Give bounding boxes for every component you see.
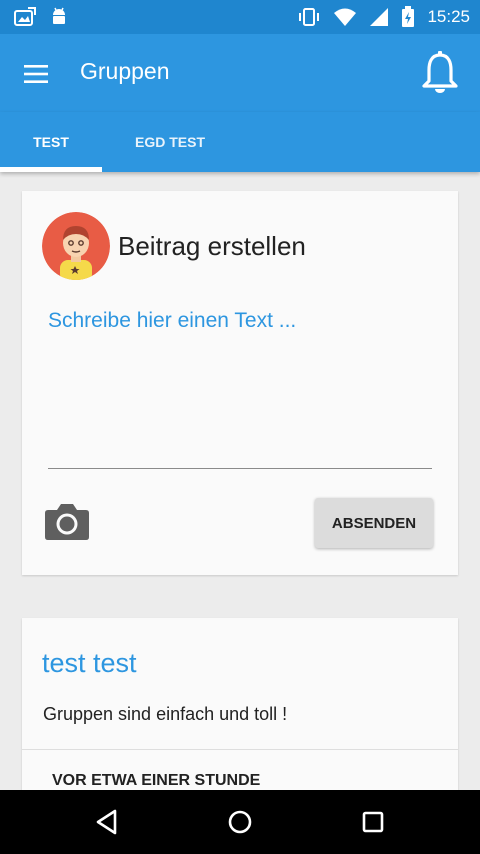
- post-card: test test Gruppen sind einfach und toll …: [22, 618, 458, 818]
- app-bar: Gruppen: [0, 34, 480, 112]
- signal-icon: [370, 8, 389, 26]
- home-button[interactable]: [222, 804, 258, 840]
- hamburger-menu-icon: [24, 65, 48, 83]
- recent-apps-icon: [362, 811, 384, 833]
- photo-notification-icon: [14, 7, 36, 26]
- menu-button[interactable]: [18, 56, 54, 92]
- compose-post-card: Beitrag erstellen ABSENDEN: [22, 191, 458, 575]
- status-time: 15:25: [427, 7, 470, 26]
- post-author[interactable]: test test: [42, 648, 137, 679]
- bell-icon: [422, 51, 458, 93]
- compose-title: Beitrag erstellen: [118, 231, 306, 261]
- send-button[interactable]: ABSENDEN: [315, 498, 433, 548]
- back-icon: [96, 809, 117, 835]
- camera-icon: [45, 504, 89, 540]
- wifi-icon: [334, 8, 357, 26]
- post-text-input[interactable]: [48, 303, 432, 469]
- recent-apps-button[interactable]: [355, 804, 391, 840]
- battery-icon: [402, 6, 415, 27]
- post-text: Gruppen sind einfach und toll !: [43, 704, 288, 724]
- tab-bar: TEST EGD TEST: [0, 112, 480, 172]
- notifications-button[interactable]: [420, 50, 460, 94]
- system-nav-bar: [0, 790, 480, 854]
- back-button[interactable]: [89, 804, 125, 840]
- avatar: [42, 212, 110, 280]
- tab-test[interactable]: TEST: [0, 112, 102, 172]
- post-timestamp: VOR ETWA EINER STUNDE: [52, 772, 261, 789]
- divider: [22, 749, 458, 750]
- android-icon: [53, 7, 65, 24]
- tab-indicator: [0, 167, 102, 172]
- page-title: Gruppen: [80, 58, 170, 84]
- home-icon: [228, 810, 252, 834]
- vibrate-icon: [299, 8, 320, 26]
- tab-egd-test[interactable]: EGD TEST: [110, 112, 230, 172]
- camera-button[interactable]: [44, 501, 90, 541]
- status-bar: 15:25: [0, 0, 480, 34]
